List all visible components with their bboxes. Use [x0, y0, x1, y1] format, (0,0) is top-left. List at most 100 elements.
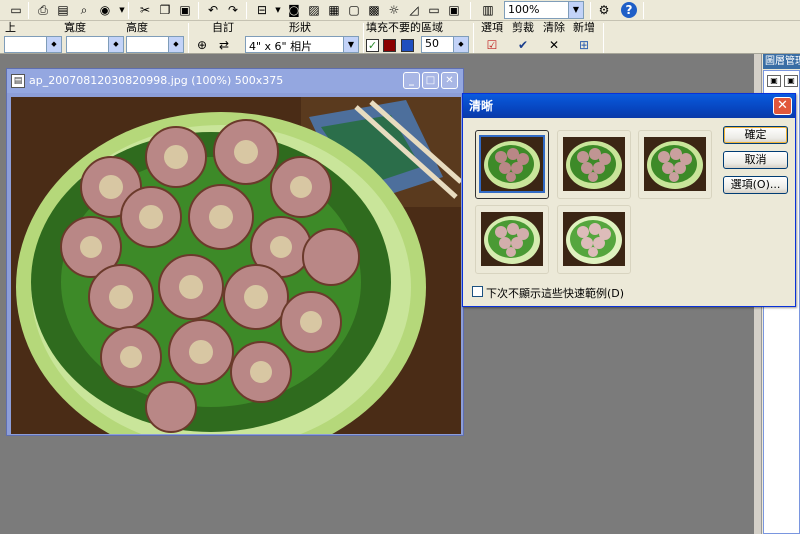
zoom-select[interactable]: 100% ▼: [504, 1, 584, 19]
image-window: ▤ ap_20070812030820998.jpg (100%) 500x37…: [6, 68, 464, 436]
toolbar-separator: [473, 23, 474, 53]
toolbar-separator: [590, 2, 591, 19]
spinner-icon[interactable]: ◆: [46, 37, 61, 52]
fill-label: 填充不要的區域: [366, 21, 443, 34]
clear-label: 清除: [543, 21, 565, 34]
layer-icon[interactable]: ▣: [784, 75, 798, 87]
height-label: 高度: [126, 21, 148, 34]
print-icon[interactable]: ⎙: [35, 2, 51, 18]
draw-icon[interactable]: ◿: [406, 2, 422, 18]
print-preview-icon[interactable]: ▤: [55, 2, 71, 18]
new-label: 新增: [573, 21, 595, 34]
chevron-down-icon[interactable]: ▼: [568, 2, 583, 18]
close-window-button[interactable]: ✕: [441, 72, 458, 89]
top-label: 上: [5, 21, 16, 34]
toggle-icon[interactable]: ▥: [480, 2, 496, 18]
height-field[interactable]: ◆: [126, 36, 184, 53]
zoom-icon[interactable]: ⌕: [76, 2, 92, 18]
enhance-icon[interactable]: ▦: [326, 2, 342, 18]
fill-checkbox[interactable]: ✓: [366, 39, 379, 52]
spinner-icon[interactable]: ◆: [108, 37, 123, 52]
options-icon[interactable]: ☑: [484, 38, 500, 52]
undo-icon[interactable]: ↶: [205, 2, 221, 18]
document-icon: ▤: [11, 74, 25, 88]
image-window-title: ap_20070812030820998.jpg (100%) 500x375: [29, 74, 284, 87]
width-label: 寬度: [64, 21, 86, 34]
zoom-value: 100%: [508, 3, 540, 16]
paste-icon[interactable]: ▣: [177, 2, 193, 18]
thumbnail-image: [563, 212, 625, 266]
shape-select[interactable]: 4" x 6" 相片 ▼: [245, 36, 359, 53]
shape-value: 4" x 6" 相片: [249, 40, 313, 53]
close-icon[interactable]: ✕: [546, 38, 562, 52]
stamp-dropdown-icon[interactable]: ▼: [270, 2, 286, 18]
custom-label: 自訂: [212, 21, 234, 34]
save-icon[interactable]: ▭: [8, 2, 24, 18]
toolbar-separator: [246, 2, 247, 19]
camera-icon[interactable]: ◙: [286, 2, 302, 18]
cancel-button[interactable]: 取消: [723, 151, 788, 169]
crop-label: 剪裁: [512, 21, 534, 34]
options-label: 選項: [481, 21, 503, 34]
frame-icon[interactable]: ▢: [346, 2, 362, 18]
border-icon[interactable]: ▣: [446, 2, 462, 18]
adjust-icon[interactable]: ▩: [366, 2, 382, 18]
fill-color-swatch[interactable]: [383, 39, 396, 52]
thumbnail-image: [563, 137, 625, 191]
width-field[interactable]: ◆: [66, 36, 124, 53]
scan-icon[interactable]: ◉: [97, 2, 113, 18]
preset-thumbnail-5[interactable]: [557, 205, 631, 274]
food-photo: [11, 97, 461, 434]
dont-show-checkbox[interactable]: [472, 286, 483, 297]
stamp-icon[interactable]: ⊟: [254, 2, 270, 18]
top-field[interactable]: ◆: [4, 36, 62, 53]
toolbar-separator: [198, 2, 199, 19]
fill-amount-value: 50: [425, 37, 439, 50]
toolbar-separator: [643, 2, 644, 19]
preset-thumbnail-2[interactable]: [557, 130, 631, 199]
chevron-down-icon[interactable]: ▼: [343, 37, 358, 52]
toolbar-separator: [603, 23, 604, 53]
check-icon[interactable]: ✔: [515, 38, 531, 52]
thumbnail-image: [481, 212, 543, 266]
spinner-icon[interactable]: ◆: [168, 37, 183, 52]
dialog-titlebar[interactable]: 清晰 ✕: [463, 94, 795, 118]
window-icon[interactable]: ▭: [426, 2, 442, 18]
toolbar-separator: [128, 2, 129, 19]
options-button[interactable]: 選項(O)...: [723, 176, 788, 194]
toolbar-separator: [28, 2, 29, 19]
dont-show-label: 下次不顯示這些快速範例(D): [486, 287, 625, 300]
options-toolbar: 上 ◆ 寬度 ◆ 高度 ◆ 自訂 ⊕ ⇄ 形狀 4" x 6" 相片 ▼ 填充不要…: [0, 21, 800, 54]
layer-panel-title: 圖層管理: [763, 54, 800, 69]
picture-icon[interactable]: ▨: [306, 2, 322, 18]
flip-icon[interactable]: ⇄: [216, 38, 232, 52]
image-window-titlebar[interactable]: ▤ ap_20070812030820998.jpg (100%) 500x37…: [7, 69, 463, 93]
new-icon[interactable]: ⊞: [576, 38, 592, 52]
shape-label: 形狀: [289, 21, 311, 34]
sharpen-dialog: 清晰 ✕ 確定 取消 選項(O)... 下次不顯示這些快速範例(D): [462, 93, 796, 307]
cut-icon[interactable]: ✂: [137, 2, 153, 18]
toolbar-separator: [188, 23, 189, 53]
close-icon[interactable]: ✕: [773, 97, 792, 115]
main-toolbar: ▭ ⎙ ▤ ⌕ ◉ ▼ ✂ ❐ ▣ ↶ ↷ ⊟ ▼ ◙ ▨ ▦ ▢ ▩ ☼ ◿ …: [0, 0, 800, 21]
food-photo-image: [11, 97, 461, 434]
minimize-button[interactable]: _: [403, 72, 420, 89]
sun-icon[interactable]: ☼: [386, 2, 402, 18]
tool-icon[interactable]: ⚙: [596, 2, 612, 18]
toolbar-separator: [363, 23, 364, 53]
preset-thumbnail-1[interactable]: [475, 130, 549, 199]
maximize-button[interactable]: □: [422, 72, 439, 89]
layer-icon[interactable]: ▣: [767, 75, 781, 87]
thumbnail-image: [644, 137, 706, 191]
spinner-icon[interactable]: ◆: [453, 37, 468, 52]
ok-button[interactable]: 確定: [723, 126, 788, 144]
preset-thumbnail-4[interactable]: [475, 205, 549, 274]
fill-amount-field[interactable]: 50 ◆: [421, 36, 469, 53]
preset-thumbnail-3[interactable]: [638, 130, 712, 199]
copy-icon[interactable]: ❐: [157, 2, 173, 18]
fill-color-picker-icon[interactable]: [401, 39, 414, 52]
help-icon[interactable]: ?: [621, 2, 637, 18]
redo-icon[interactable]: ↷: [225, 2, 241, 18]
lock-icon[interactable]: ⊕: [194, 38, 210, 52]
toolbar-separator: [470, 2, 471, 19]
